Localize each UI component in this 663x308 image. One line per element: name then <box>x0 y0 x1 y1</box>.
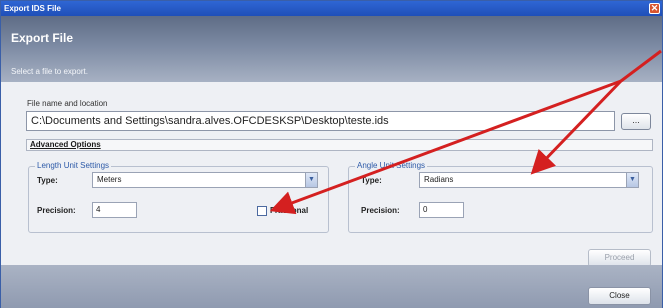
fractional-checkbox[interactable] <box>257 206 267 216</box>
chevron-down-icon[interactable]: ▼ <box>626 173 638 187</box>
page-title: Export File <box>11 31 74 45</box>
angle-type-select[interactable]: Radians ▼ <box>419 172 639 188</box>
angle-type-label: Type: <box>361 176 382 185</box>
length-precision-input[interactable]: 4 <box>92 202 137 218</box>
export-dialog: Export IDS File ✕ Export File Select a f… <box>0 0 663 308</box>
close-button[interactable]: Close <box>588 287 651 305</box>
angle-group-title: Angle Unit Settings <box>355 161 428 170</box>
angle-unit-settings-group: Angle Unit Settings Type: Radians ▼ Prec… <box>348 161 653 233</box>
angle-type-value: Radians <box>424 175 454 184</box>
length-type-select[interactable]: Meters ▼ <box>92 172 318 188</box>
browse-button[interactable]: ... <box>621 113 651 130</box>
angle-precision-input[interactable]: 0 <box>419 202 464 218</box>
chevron-down-icon[interactable]: ▼ <box>305 173 317 187</box>
file-path-input[interactable]: C:\Documents and Settings\sandra.alves.O… <box>26 111 615 131</box>
page-subtitle: Select a file to export. <box>11 67 88 76</box>
length-group-title: Length Unit Settings <box>35 161 112 170</box>
window-title: Export IDS File <box>4 4 61 13</box>
advanced-options-header[interactable]: Advanced Options <box>26 139 653 151</box>
length-unit-settings-group: Length Unit Settings Type: Meters ▼ Prec… <box>28 161 329 233</box>
close-icon[interactable]: ✕ <box>649 3 660 14</box>
length-precision-label: Precision: <box>37 206 76 215</box>
angle-precision-label: Precision: <box>361 206 400 215</box>
title-bar: Export IDS File ✕ <box>1 1 662 16</box>
fractional-label: Fractional <box>270 206 309 215</box>
dialog-header: Export File Select a file to export. <box>1 16 662 82</box>
file-location-label: File name and location <box>27 99 108 108</box>
length-type-label: Type: <box>37 176 58 185</box>
length-type-value: Meters <box>97 175 122 184</box>
dialog-footer <box>1 265 662 308</box>
